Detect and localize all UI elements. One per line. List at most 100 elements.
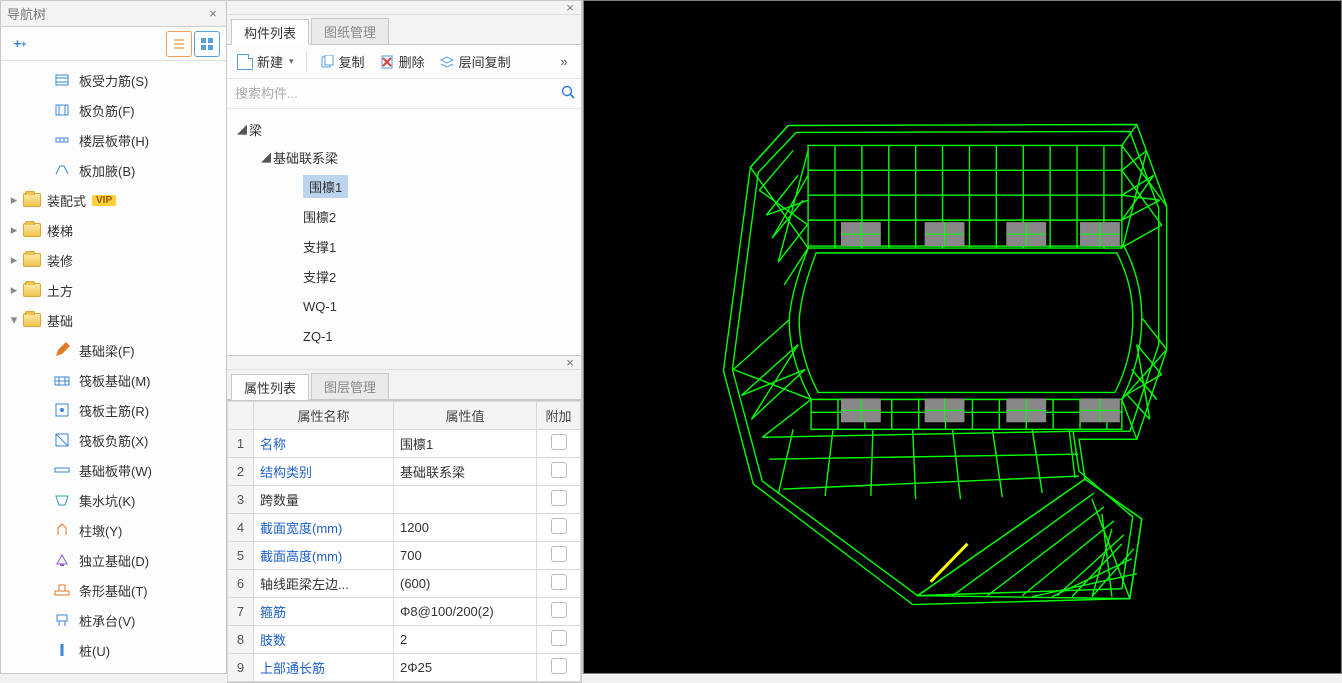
property-value[interactable]: Φ8@100/200(2) <box>394 598 537 626</box>
property-row[interactable]: 9上部通长筋2Φ25 <box>228 654 581 682</box>
close-icon[interactable]: × <box>206 6 220 21</box>
property-name[interactable]: 跨数量 <box>254 486 394 514</box>
checkbox[interactable] <box>551 434 567 450</box>
property-name[interactable]: 名称 <box>254 430 394 458</box>
model-viewport[interactable] <box>583 0 1342 674</box>
nav-item[interactable]: 独立基础(D) <box>1 545 226 575</box>
grid-view-icon[interactable] <box>194 31 220 57</box>
nav-item[interactable]: 桩承台(V) <box>1 605 226 635</box>
property-extra[interactable] <box>537 598 581 626</box>
nav-item[interactable]: 桩(U) <box>1 635 226 665</box>
nav-item[interactable]: 筏板负筋(X) <box>1 425 226 455</box>
property-extra[interactable] <box>537 458 581 486</box>
component-tree[interactable]: ◢梁 ◢基础联系梁 围檩1围檩2支撑1支撑2WQ-1ZQ-1 <box>227 109 581 355</box>
checkbox[interactable] <box>551 546 567 562</box>
property-value[interactable]: (600) <box>394 570 537 598</box>
property-name[interactable]: 上部通长筋 <box>254 654 394 682</box>
component-item[interactable]: ZQ-1 <box>227 321 581 351</box>
property-extra[interactable] <box>537 514 581 542</box>
checkbox[interactable] <box>551 490 567 506</box>
search-icon[interactable] <box>561 85 575 102</box>
delete-button[interactable]: 删除 <box>373 49 431 75</box>
property-value[interactable]: 基础联系梁 <box>394 458 537 486</box>
nav-item[interactable]: 板负筋(F) <box>1 95 226 125</box>
tab-layer-manage[interactable]: 图层管理 <box>311 373 389 399</box>
property-row[interactable]: 1名称围檩1 <box>228 430 581 458</box>
pile-cap-icon <box>53 611 71 629</box>
property-value[interactable]: 围檩1 <box>394 430 537 458</box>
floor-copy-button[interactable]: 层间复制 <box>433 49 517 75</box>
close-icon[interactable]: × <box>563 0 577 15</box>
property-name[interactable]: 肢数 <box>254 626 394 654</box>
chevron-icon <box>7 192 21 208</box>
nav-item[interactable]: 楼层板带(H) <box>1 125 226 155</box>
tab-drawing-manage[interactable]: 图纸管理 <box>311 18 389 44</box>
property-extra[interactable] <box>537 570 581 598</box>
nav-item[interactable]: 基础板带(W) <box>1 455 226 485</box>
found-strip-icon <box>53 461 71 479</box>
tree-group-foundation-tie-beam[interactable]: ◢基础联系梁 <box>227 143 581 171</box>
tab-component-list[interactable]: 构件列表 <box>231 19 309 45</box>
model-drawing <box>584 1 1341 672</box>
nav-item[interactable]: 集水坑(K) <box>1 485 226 515</box>
property-row[interactable]: 2结构类别基础联系梁 <box>228 458 581 486</box>
search-input[interactable] <box>233 85 561 102</box>
add-icon[interactable]: ++ <box>7 31 33 57</box>
checkbox[interactable] <box>551 658 567 674</box>
nav-folder[interactable]: 楼梯 <box>1 215 226 245</box>
property-row[interactable]: 3跨数量 <box>228 486 581 514</box>
property-name[interactable]: 结构类别 <box>254 458 394 486</box>
property-extra[interactable] <box>537 654 581 682</box>
new-button[interactable]: 新建 ▾ <box>231 49 300 75</box>
property-value[interactable]: 1200 <box>394 514 537 542</box>
component-toolbar: 新建 ▾ 复制 删除 层间复制 » <box>227 45 581 79</box>
property-name[interactable]: 箍筋 <box>254 598 394 626</box>
more-menu-icon[interactable]: » <box>551 49 577 75</box>
nav-folder[interactable]: 装配式VIP <box>1 185 226 215</box>
property-name[interactable]: 轴线距梁左边... <box>254 570 394 598</box>
property-extra[interactable] <box>537 430 581 458</box>
checkbox[interactable] <box>551 602 567 618</box>
pier-icon <box>53 521 71 539</box>
property-table-wrap[interactable]: 属性名称 属性值 附加 1名称围檩12结构类别基础联系梁3跨数量4截面宽度(mm… <box>227 400 581 682</box>
property-row[interactable]: 4截面宽度(mm)1200 <box>228 514 581 542</box>
nav-folder[interactable]: 土方 <box>1 275 226 305</box>
list-view-icon[interactable] <box>166 31 192 57</box>
property-value[interactable] <box>394 486 537 514</box>
property-name[interactable]: 截面高度(mm) <box>254 542 394 570</box>
checkbox[interactable] <box>551 462 567 478</box>
component-item[interactable]: 支撑1 <box>227 231 581 261</box>
nav-item[interactable]: 板加腋(B) <box>1 155 226 185</box>
tree-root-beam[interactable]: ◢梁 <box>227 115 581 143</box>
property-row[interactable]: 6轴线距梁左边...(600) <box>228 570 581 598</box>
copy-button[interactable]: 复制 <box>313 49 371 75</box>
nav-item[interactable]: 条形基础(T) <box>1 575 226 605</box>
component-item[interactable]: 围檩2 <box>227 201 581 231</box>
property-value[interactable]: 2Φ25 <box>394 654 537 682</box>
property-value[interactable]: 700 <box>394 542 537 570</box>
property-row[interactable]: 7箍筋Φ8@100/200(2) <box>228 598 581 626</box>
nav-item[interactable]: 筏板基础(M) <box>1 365 226 395</box>
property-extra[interactable] <box>537 542 581 570</box>
component-item[interactable]: WQ-1 <box>227 291 581 321</box>
property-extra[interactable] <box>537 486 581 514</box>
checkbox[interactable] <box>551 630 567 646</box>
close-icon[interactable]: × <box>563 355 577 370</box>
nav-folder[interactable]: 装修 <box>1 245 226 275</box>
checkbox[interactable] <box>551 574 567 590</box>
nav-item[interactable]: 基础梁(F) <box>1 335 226 365</box>
checkbox[interactable] <box>551 518 567 534</box>
nav-item[interactable]: 板受力筋(S) <box>1 65 226 95</box>
property-extra[interactable] <box>537 626 581 654</box>
property-value[interactable]: 2 <box>394 626 537 654</box>
property-row[interactable]: 5截面高度(mm)700 <box>228 542 581 570</box>
property-name[interactable]: 截面宽度(mm) <box>254 514 394 542</box>
nav-folder[interactable]: 基础 <box>1 305 226 335</box>
tab-property-list[interactable]: 属性列表 <box>231 374 309 400</box>
property-row[interactable]: 8肢数2 <box>228 626 581 654</box>
nav-item[interactable]: 筏板主筋(R) <box>1 395 226 425</box>
nav-item[interactable]: 柱墩(Y) <box>1 515 226 545</box>
component-item[interactable]: 围檩1 <box>227 171 581 201</box>
component-item[interactable]: 支撑2 <box>227 261 581 291</box>
nav-tree[interactable]: 板受力筋(S)板负筋(F)楼层板带(H)板加腋(B) 装配式VIP楼梯装修土方基… <box>1 61 226 673</box>
